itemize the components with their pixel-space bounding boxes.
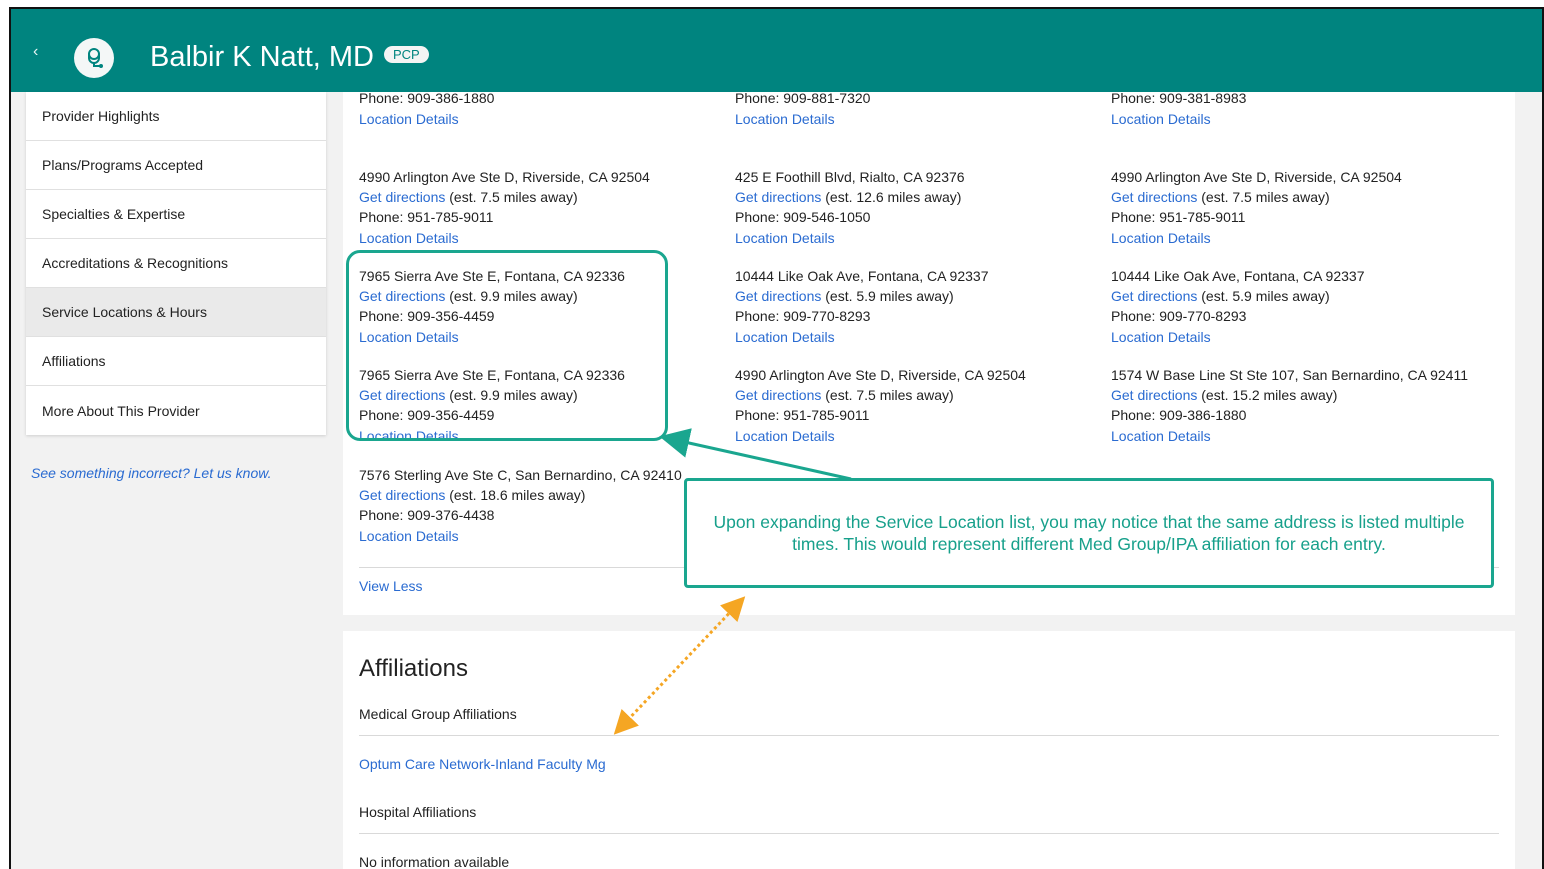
location-details-link[interactable]: Location Details (735, 426, 1026, 446)
location-phone: Phone: 951-785-9011 (359, 209, 494, 225)
location-details-link[interactable]: Location Details (735, 109, 870, 129)
location-phone: Phone: 909-381-8983 (1111, 90, 1247, 106)
chevron-left-icon[interactable]: ‹ (33, 43, 38, 61)
medical-group-label: Medical Group Affiliations (359, 706, 517, 722)
get-directions-link[interactable]: Get directions (1111, 288, 1197, 304)
sidebar-item-accreditations[interactable]: Accreditations & Recognitions (26, 239, 326, 288)
location-distance: (est. 7.5 miles away) (825, 387, 954, 403)
section-nav: Provider Highlights Plans/Programs Accep… (26, 92, 326, 435)
provider-header: ‹ Balbir K Natt, MD PCP (11, 9, 1542, 92)
location-entry: 10444 Like Oak Ave, Fontana, CA 92337 Ge… (735, 266, 988, 347)
location-entry: 4990 Arlington Ave Ste D, Riverside, CA … (735, 365, 1026, 446)
divider (359, 833, 1499, 834)
hospital-affiliations-label: Hospital Affiliations (359, 804, 477, 820)
sidebar-item-specialties[interactable]: Specialties & Expertise (26, 190, 326, 239)
affiliations-heading: Affiliations (359, 655, 468, 682)
location-distance: (est. 12.6 miles away) (825, 189, 962, 205)
location-details-link[interactable]: Location Details (735, 228, 965, 248)
view-less-link[interactable]: View Less (359, 578, 423, 594)
location-partial: Phone: 909-386-1880 Location Details (359, 88, 494, 129)
sidebar-item-affiliations[interactable]: Affiliations (26, 337, 326, 386)
location-distance: (est. 15.2 miles away) (1201, 387, 1338, 403)
location-phone: Phone: 951-785-9011 (1111, 209, 1246, 225)
sidebar-item-more-about[interactable]: More About This Provider (26, 386, 326, 435)
location-distance: (est. 7.5 miles away) (1201, 189, 1330, 205)
divider (359, 735, 1499, 736)
location-details-link[interactable]: Location Details (1111, 327, 1364, 347)
location-details-link[interactable]: Location Details (359, 109, 494, 129)
affiliations-card: Affiliations Medical Group Affiliations … (343, 631, 1515, 869)
get-directions-link[interactable]: Get directions (1111, 387, 1197, 403)
pcp-badge: PCP (384, 45, 429, 63)
location-phone: Phone: 909-386-1880 (359, 90, 495, 106)
get-directions-link[interactable]: Get directions (735, 288, 821, 304)
stethoscope-icon (74, 38, 114, 78)
get-directions-link[interactable]: Get directions (735, 189, 821, 205)
location-phone: Phone: 909-386-1880 (1111, 407, 1247, 423)
location-phone: Phone: 951-785-9011 (735, 407, 870, 423)
location-phone: Phone: 909-770-8293 (1111, 308, 1247, 324)
location-phone: Phone: 909-770-8293 (735, 308, 871, 324)
location-address: 10444 Like Oak Ave, Fontana, CA 92337 (735, 268, 989, 284)
location-phone: Phone: 909-881-7320 (735, 90, 871, 106)
location-details-link[interactable]: Location Details (359, 228, 650, 248)
sidebar-item-plans-programs[interactable]: Plans/Programs Accepted (26, 141, 326, 190)
get-directions-link[interactable]: Get directions (1111, 189, 1197, 205)
medical-group-link[interactable]: Optum Care Network-Inland Faculty Mg (359, 756, 606, 772)
get-directions-link[interactable]: Get directions (735, 387, 821, 403)
location-distance: (est. 5.9 miles away) (1201, 288, 1330, 304)
location-entry: 1574 W Base Line St Ste 107, San Bernard… (1111, 365, 1468, 446)
page-title: Balbir K Natt, MD PCP (150, 41, 429, 74)
sidebar-item-provider-highlights[interactable]: Provider Highlights (26, 92, 326, 141)
location-address: 10444 Like Oak Ave, Fontana, CA 92337 (1111, 268, 1365, 284)
location-distance: (est. 5.9 miles away) (825, 288, 954, 304)
location-address: 7576 Sterling Ave Ste C, San Bernardino,… (359, 467, 682, 483)
location-entry: 425 E Foothill Blvd, Rialto, CA 92376 Ge… (735, 167, 965, 248)
location-entry: 10444 Like Oak Ave, Fontana, CA 92337 Ge… (1111, 266, 1364, 347)
screenshot-frame: ‹ Balbir K Natt, MD PCP Provider Highligh… (9, 7, 1544, 869)
location-address: 4990 Arlington Ave Ste D, Riverside, CA … (359, 169, 650, 185)
provider-name: Balbir K Natt, MD (150, 41, 374, 73)
annotation-callout: Upon expanding the Service Location list… (684, 478, 1494, 588)
get-directions-link[interactable]: Get directions (359, 189, 445, 205)
sidebar-item-service-locations[interactable]: Service Locations & Hours (26, 288, 326, 337)
location-distance: (est. 18.6 miles away) (449, 487, 586, 503)
location-phone: Phone: 909-546-1050 (735, 209, 871, 225)
get-directions-link[interactable]: Get directions (359, 487, 445, 503)
callout-text: Upon expanding the Service Location list… (713, 512, 1465, 554)
hospital-affiliations-value: No information available (359, 854, 510, 869)
location-address: 1574 W Base Line St Ste 107, San Bernard… (1111, 367, 1468, 383)
location-entry: 4990 Arlington Ave Ste D, Riverside, CA … (359, 167, 650, 248)
location-address: 425 E Foothill Blvd, Rialto, CA 92376 (735, 169, 965, 185)
location-details-link[interactable]: Location Details (1111, 109, 1246, 129)
location-partial: Phone: 909-881-7320 Location Details (735, 88, 870, 129)
report-incorrect-link[interactable]: See something incorrect? Let us know. (31, 465, 271, 481)
duplicate-address-highlight (346, 250, 668, 441)
location-phone: Phone: 909-376-4438 (359, 507, 495, 523)
location-address: 4990 Arlington Ave Ste D, Riverside, CA … (1111, 169, 1402, 185)
location-entry: 7576 Sterling Ave Ste C, San Bernardino,… (359, 465, 682, 546)
location-details-link[interactable]: Location Details (359, 526, 682, 546)
location-address: 4990 Arlington Ave Ste D, Riverside, CA … (735, 367, 1026, 383)
location-entry: 4990 Arlington Ave Ste D, Riverside, CA … (1111, 167, 1402, 248)
location-details-link[interactable]: Location Details (1111, 426, 1468, 446)
location-distance: (est. 7.5 miles away) (449, 189, 578, 205)
location-details-link[interactable]: Location Details (735, 327, 988, 347)
location-details-link[interactable]: Location Details (1111, 228, 1402, 248)
location-partial: Phone: 909-381-8983 Location Details (1111, 88, 1246, 129)
